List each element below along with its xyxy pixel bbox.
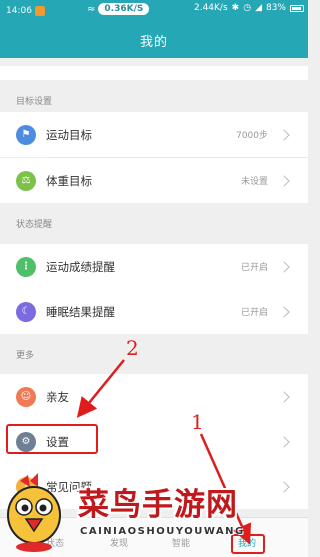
chevron-right-icon: [278, 128, 290, 141]
tab-status[interactable]: 状态: [46, 536, 64, 549]
question-icon: ?: [16, 476, 36, 497]
row-value: 未设置: [240, 177, 268, 187]
alarm-icon: ◷: [243, 3, 252, 13]
tab-discover[interactable]: 发现: [110, 536, 128, 549]
annotation-number-1: 1: [191, 410, 204, 434]
page-title: 我的: [139, 34, 168, 50]
chevron-right-icon: [278, 480, 290, 493]
tab-mine[interactable]: 我的: [238, 536, 256, 549]
profile-card-edge: [0, 66, 308, 80]
chevron-right-icon: [278, 390, 290, 403]
row-label: 运动成绩提醒: [46, 259, 115, 274]
friends-icon: ☺: [16, 386, 36, 407]
chevron-right-icon: [278, 174, 290, 187]
chevron-right-icon: [278, 260, 290, 273]
notification-icon: [34, 6, 45, 16]
status-time: 14:06: [6, 6, 32, 16]
highlight-settings-box: [6, 424, 98, 454]
row-label: 体重目标: [46, 173, 92, 188]
row-sleep-reminder[interactable]: ☾ 睡眠结果提醒 已开启: [0, 289, 308, 334]
row-value: 已开启: [240, 263, 268, 273]
chevron-right-icon: [278, 305, 290, 318]
row-exercise-goal[interactable]: ⚑ 运动目标 7000步: [0, 112, 308, 157]
title-bar: 我的: [0, 22, 308, 58]
section-title-more: 更多: [0, 334, 308, 366]
row-exercise-reminder[interactable]: ⋮ 运动成绩提醒 已开启: [0, 244, 308, 289]
tab-smart[interactable]: 智能: [172, 536, 190, 549]
bottom-tab-bar: 状态 发现 智能 我的: [0, 517, 308, 557]
battery-percent: 83%: [265, 3, 286, 13]
row-label: 常见问题: [46, 479, 92, 494]
bluetooth-icon: ✱: [231, 3, 240, 13]
annotation-number-2: 2: [126, 336, 139, 360]
section-title-goal: 目标设置: [0, 80, 308, 112]
row-label: 运动目标: [46, 127, 92, 142]
battery-icon: [290, 4, 304, 12]
scale-icon: ⚖: [16, 170, 36, 191]
section-title-reminder: 状态提醒: [0, 203, 308, 235]
row-weight-goal[interactable]: ⚖ 体重目标 未设置: [0, 158, 308, 203]
status-bar: 14:06 ≈ 0.36K/S 2.44K/s ✱ ◷ ◢ 83%: [0, 0, 308, 22]
signal-icon: ◢: [255, 3, 262, 13]
chevron-right-icon: [278, 435, 290, 448]
footprint-icon: ⋮: [16, 256, 36, 277]
spacer: [0, 58, 308, 66]
flag-icon: ⚑: [16, 124, 36, 145]
row-faq[interactable]: ? 常见问题: [0, 464, 308, 509]
wifi-icon: ≈: [87, 3, 96, 15]
net-speed-badge: 0.36K/S: [98, 3, 150, 15]
row-friends[interactable]: ☺ 亲友: [0, 374, 308, 419]
row-label: 亲友: [46, 389, 69, 404]
net-speed-secondary: 2.44K/s: [193, 3, 228, 13]
row-label: 睡眠结果提醒: [46, 304, 115, 319]
moon-icon: ☾: [16, 301, 36, 322]
row-value: 已开启: [240, 308, 268, 318]
row-value: 7000步: [236, 131, 268, 141]
